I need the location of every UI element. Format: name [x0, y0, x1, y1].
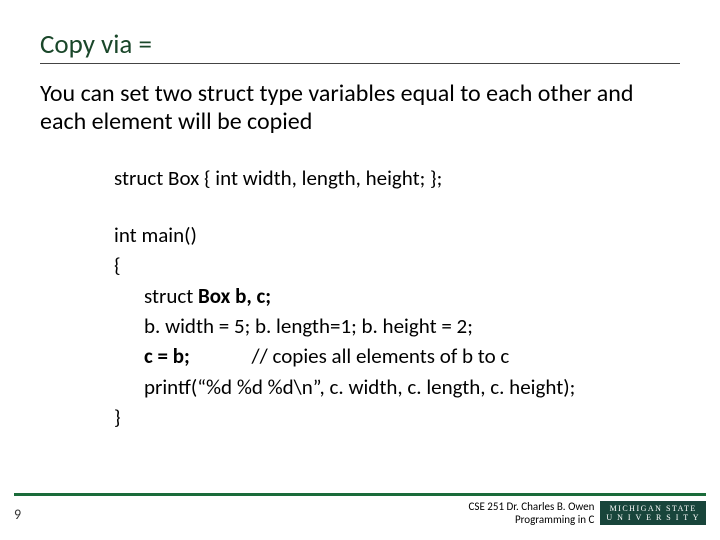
footer-credit: CSE 251 Dr. Charles B. Owen Programming … [469, 500, 595, 526]
code-line-main: int main() [114, 220, 680, 250]
code-line-3: c = b; // copies all elements of b to c [114, 341, 680, 371]
footer-divider [14, 493, 706, 496]
slide-subtitle: You can set two struct type variables eq… [40, 80, 680, 135]
credit-line-1: CSE 251 Dr. Charles B. Owen [469, 500, 595, 513]
code-text: struct [144, 283, 198, 309]
code-line-brace-open: { [114, 250, 680, 280]
code-line-2: b. width = 5; b. length=1; b. height = 2… [114, 311, 680, 341]
footer: 9 CSE 251 Dr. Charles B. Owen Programmin… [0, 493, 720, 526]
code-line-4: printf(“%d %d %d\n”, c. width, c. length… [114, 372, 680, 402]
code-line-1: struct Box b, c; [114, 281, 680, 311]
code-text-bold: c = b; [144, 343, 190, 369]
code-text: // copies all elements of b to c [252, 343, 510, 369]
code-line-decl: struct Box { int width, length, height; … [114, 163, 680, 193]
code-text-bold: Box b, c; [198, 283, 271, 309]
page-number: 9 [14, 500, 21, 523]
logo-bottom-text: U N I V E R S I T Y [606, 513, 700, 522]
logo-top-text: MICHIGAN STATE [606, 504, 700, 513]
credit-line-2: Programming in C [469, 513, 595, 526]
code-spacer [190, 343, 252, 369]
code-block: struct Box { int width, length, height; … [114, 163, 680, 433]
code-line-brace-close: } [114, 402, 680, 432]
slide-title: Copy via = [40, 28, 680, 64]
msu-logo: MICHIGAN STATE U N I V E R S I T Y [600, 501, 706, 525]
